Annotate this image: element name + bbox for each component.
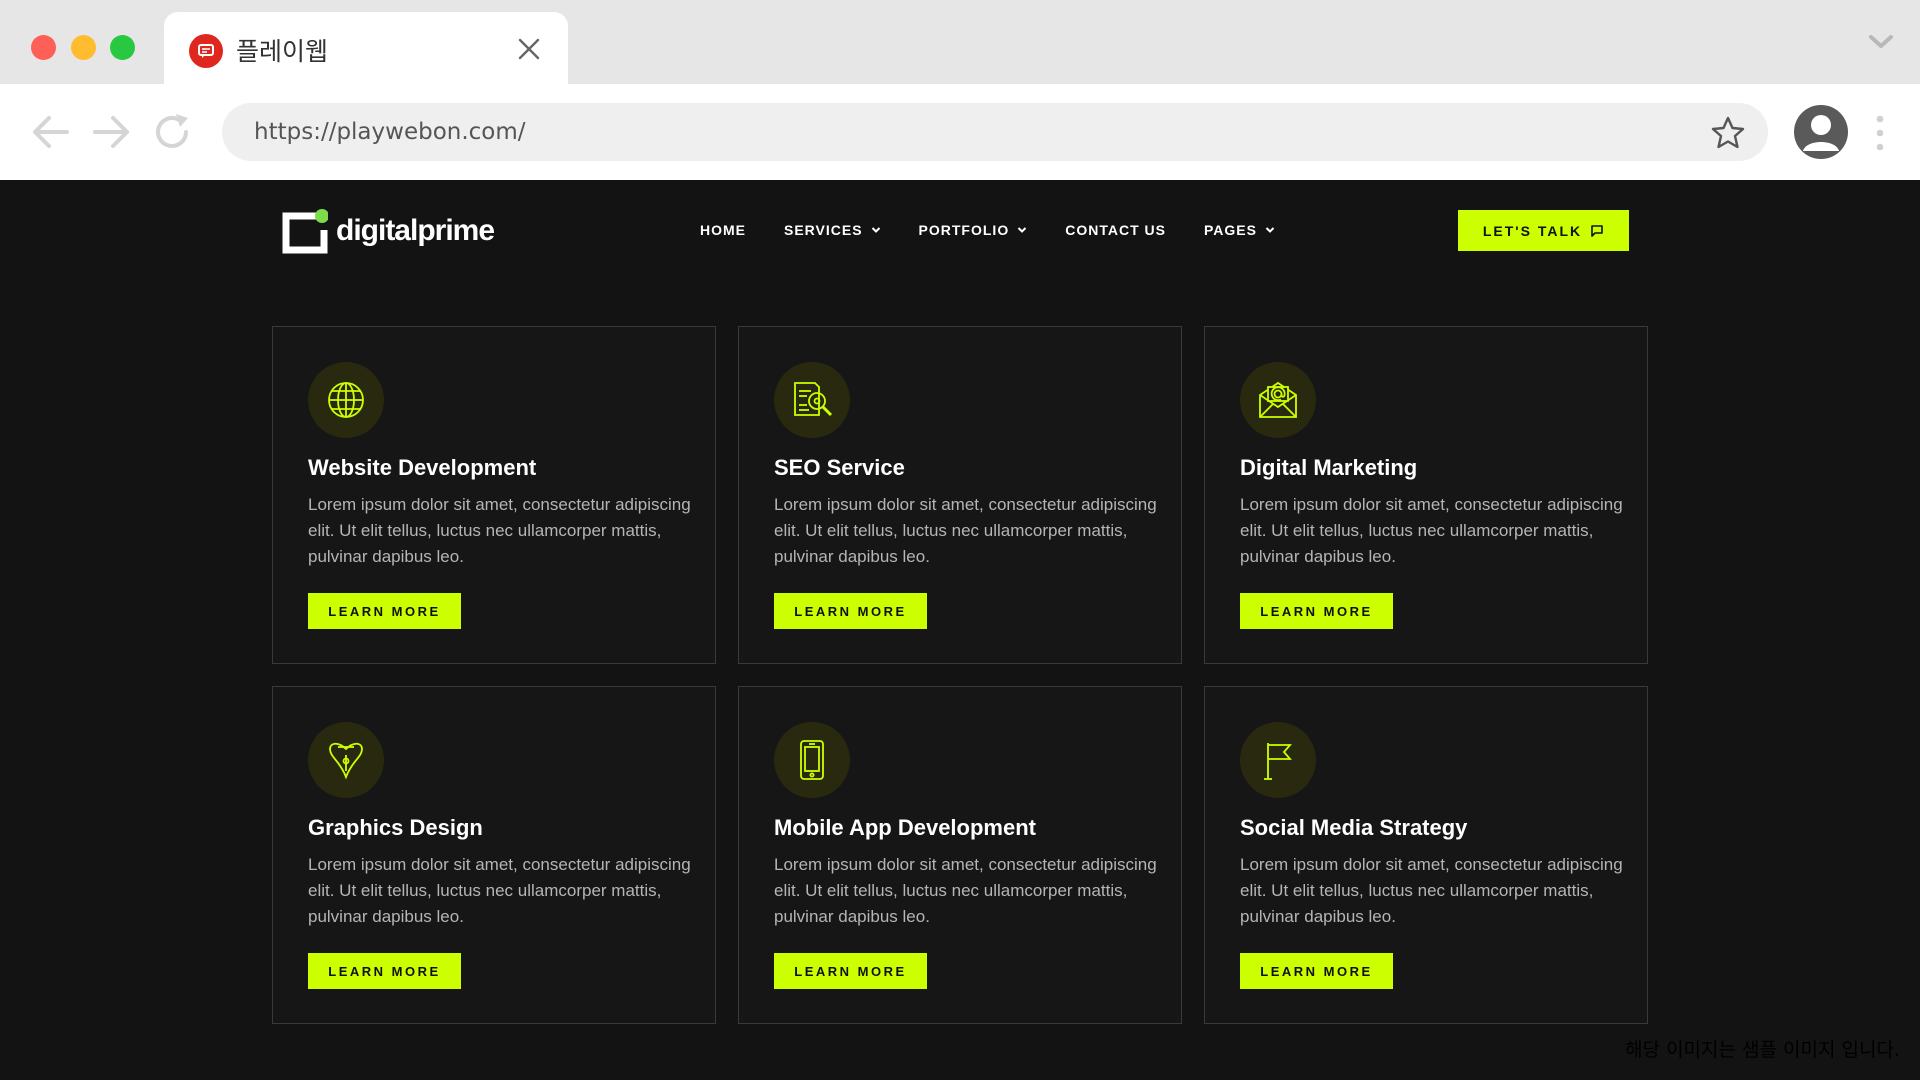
favicon-icon — [189, 34, 223, 68]
card-title: Graphics Design — [308, 815, 483, 840]
chevron-down-icon — [871, 227, 880, 233]
chat-bubble-icon — [1591, 224, 1603, 237]
nav-item-label: CONTACT US — [1065, 222, 1166, 238]
card-title: Digital Marketing — [1240, 455, 1418, 480]
learn-more-button[interactable]: LEARN MORE — [308, 953, 461, 989]
tab-close-icon[interactable] — [514, 34, 544, 64]
nav-item-label: PAGES — [1203, 222, 1257, 238]
pen-nib-icon — [308, 722, 384, 798]
logo-text: digitalprime — [336, 214, 495, 247]
browser-tab[interactable]: 플레이웹 — [164, 12, 568, 84]
service-card-social-media-strategy: Social Media Strategy Lorem ipsum dolor … — [1204, 686, 1648, 1024]
nav-item-label: HOME — [700, 222, 746, 238]
site-logo[interactable]: digitalprime — [282, 206, 495, 256]
back-arrow-icon[interactable] — [29, 110, 73, 154]
card-description: Lorem ipsum dolor sit amet, consectetur … — [774, 495, 1157, 566]
forward-arrow-icon[interactable] — [89, 110, 133, 154]
flag-icon — [1240, 722, 1316, 798]
tab-title: 플레이웹 — [236, 37, 329, 66]
nav-item-contact-us[interactable]: CONTACT US — [1065, 222, 1166, 238]
url-input[interactable] — [254, 103, 1634, 161]
profile-avatar-icon[interactable] — [1794, 105, 1848, 159]
learn-more-button[interactable]: LEARN MORE — [774, 953, 927, 989]
card-description: Lorem ipsum dolor sit amet, consectetur … — [1240, 495, 1623, 566]
learn-more-button[interactable]: LEARN MORE — [1240, 593, 1393, 629]
learn-more-button[interactable]: LEARN MORE — [1240, 953, 1393, 989]
nav-item-pages[interactable]: PAGES — [1204, 222, 1275, 238]
reload-icon[interactable] — [150, 110, 194, 154]
browser-tab-bar: 플레이웹 — [0, 0, 1920, 84]
card-description: Lorem ipsum dolor sit amet, consectetur … — [1240, 855, 1623, 926]
smartphone-icon — [774, 722, 850, 798]
card-title: Social Media Strategy — [1240, 815, 1468, 840]
card-title: SEO Service — [774, 455, 905, 480]
nav-item-label: PORTFOLIO — [918, 222, 1010, 238]
sample-image-notice: 해당 이미지는 샘플 이미지 입니다. — [1625, 1039, 1900, 1061]
nav-item-label: SERVICES — [784, 222, 863, 238]
service-card-website-development: Website Development Lorem ipsum dolor si… — [272, 326, 716, 664]
service-card-mobile-app-development: Mobile App Development Lorem ipsum dolor… — [738, 686, 1182, 1024]
learn-more-button[interactable]: LEARN MORE — [308, 593, 461, 629]
window-maximize-button[interactable] — [110, 35, 135, 60]
address-bar[interactable] — [222, 103, 1768, 161]
learn-more-button[interactable]: LEARN MORE — [774, 593, 927, 629]
main-nav: HOME SERVICES PORTFOLIO CONTACT US PAGES — [700, 222, 1313, 238]
logo-mark-icon — [282, 208, 329, 254]
card-description: Lorem ipsum dolor sit amet, consectetur … — [308, 495, 691, 566]
bookmark-star-icon[interactable] — [1710, 115, 1746, 151]
tab-list-chevron-icon[interactable] — [1866, 30, 1896, 54]
card-description: Lorem ipsum dolor sit amet, consectetur … — [774, 855, 1157, 926]
lets-talk-button[interactable]: LET'S TALK — [1458, 210, 1629, 251]
browser-toolbar — [0, 84, 1920, 180]
window-minimize-button[interactable] — [71, 35, 96, 60]
service-card-digital-marketing: Digital Marketing Lorem ipsum dolor sit … — [1204, 326, 1648, 664]
nav-item-portfolio[interactable]: PORTFOLIO — [919, 222, 1028, 238]
nav-item-services[interactable]: SERVICES — [784, 222, 881, 238]
window-close-button[interactable] — [31, 35, 56, 60]
card-title: Website Development — [308, 455, 537, 480]
browser-menu-icon[interactable] — [1876, 114, 1884, 152]
card-description: Lorem ipsum dolor sit amet, consectetur … — [308, 855, 691, 926]
chevron-down-icon — [1265, 227, 1275, 233]
seo-search-icon — [774, 362, 850, 438]
card-title: Mobile App Development — [774, 815, 1036, 840]
service-card-seo-service: SEO Service Lorem ipsum dolor sit amet, … — [738, 326, 1182, 664]
email-envelope-icon — [1240, 362, 1316, 438]
service-card-graphics-design: Graphics Design Lorem ipsum dolor sit am… — [272, 686, 716, 1024]
lets-talk-label: LET'S TALK — [1482, 222, 1583, 239]
web-page: digitalprime HOME SERVICES PORTFOLIO CON… — [0, 180, 1920, 1080]
nav-item-home[interactable]: HOME — [700, 222, 746, 238]
chevron-down-icon — [1018, 227, 1027, 233]
globe-icon — [308, 362, 384, 438]
